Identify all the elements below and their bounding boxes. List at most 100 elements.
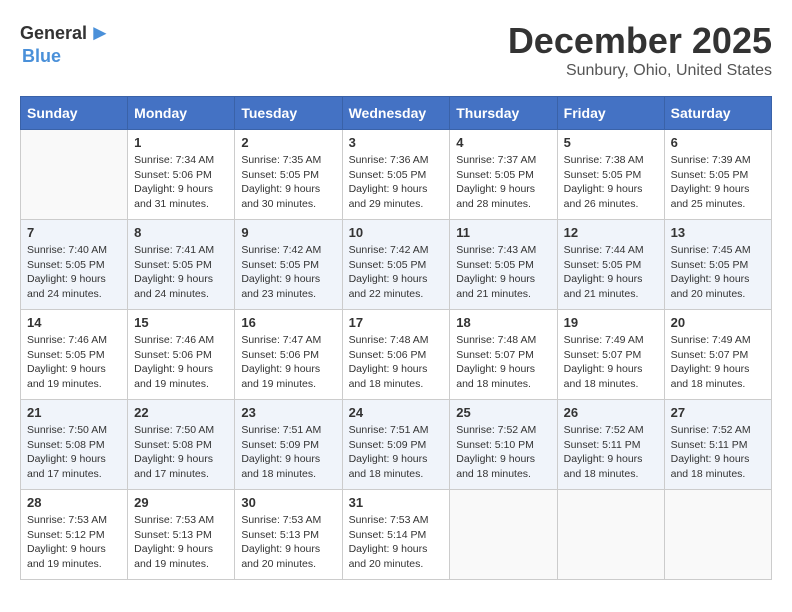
table-row: [21, 130, 128, 220]
day-info: Sunrise: 7:53 AMSunset: 5:13 PMDaylight:…: [134, 513, 228, 572]
logo-arrow-icon: ►: [89, 20, 111, 46]
table-row: 12Sunrise: 7:44 AMSunset: 5:05 PMDayligh…: [557, 220, 664, 310]
day-info: Sunrise: 7:36 AMSunset: 5:05 PMDaylight:…: [349, 153, 444, 212]
day-info: Sunrise: 7:52 AMSunset: 5:11 PMDaylight:…: [671, 423, 765, 482]
day-info: Sunrise: 7:37 AMSunset: 5:05 PMDaylight:…: [456, 153, 550, 212]
header-tuesday: Tuesday: [235, 97, 342, 130]
table-row: 10 Sunrise: 7:42 AMSunset: 5:05 PMDayligh…: [342, 220, 450, 310]
table-row: 14 Sunrise: 7:46 AMSunset: 5:05 PMDayligh…: [21, 310, 128, 400]
day-number: 18: [456, 315, 550, 330]
day-number: 28: [27, 495, 121, 510]
table-row: 19 Sunrise: 7:49 AMSunset: 5:07 PMDayligh…: [557, 310, 664, 400]
day-number: 3: [349, 135, 444, 150]
table-row: 1Sunrise: 7:34 AMSunset: 5:06 PMDaylight…: [128, 130, 235, 220]
day-info: Sunrise: 7:48 AMSunset: 5:06 PMDaylight:…: [349, 333, 444, 392]
calendar-body: 1Sunrise: 7:34 AMSunset: 5:06 PMDaylight…: [21, 130, 772, 580]
day-info: Sunrise: 7:46 AMSunset: 5:06 PMDaylight:…: [134, 333, 228, 392]
table-row: [450, 490, 557, 580]
table-row: 11 Sunrise: 7:43 AMSunset: 5:05 PMDayligh…: [450, 220, 557, 310]
day-number: 19: [564, 315, 658, 330]
day-info: Sunrise: 7:52 AMSunset: 5:10 PMDaylight:…: [456, 423, 550, 482]
header-friday: Friday: [557, 97, 664, 130]
day-number: 9: [241, 225, 335, 240]
calendar-header: Sunday Monday Tuesday Wednesday Thursday…: [21, 97, 772, 130]
table-row: 6Sunrise: 7:39 AMSunset: 5:05 PMDaylight…: [664, 130, 771, 220]
table-row: [557, 490, 664, 580]
day-info: Sunrise: 7:53 AMSunset: 5:12 PMDaylight:…: [27, 513, 121, 572]
table-row: 8Sunrise: 7:41 AMSunset: 5:05 PMDaylight…: [128, 220, 235, 310]
table-row: 16 Sunrise: 7:47 AMSunset: 5:06 PMDayligh…: [235, 310, 342, 400]
header-sunday: Sunday: [21, 97, 128, 130]
day-info: Sunrise: 7:50 AMSunset: 5:08 PMDaylight:…: [134, 423, 228, 482]
day-info: Sunrise: 7:40 AMSunset: 5:05 PMDaylight:…: [27, 243, 121, 302]
table-row: 26 Sunrise: 7:52 AMSunset: 5:11 PMDayligh…: [557, 400, 664, 490]
day-number: 16: [241, 315, 335, 330]
day-info: Sunrise: 7:49 AMSunset: 5:07 PMDaylight:…: [564, 333, 658, 392]
day-number: 14: [27, 315, 121, 330]
table-row: 9 Sunrise: 7:42 AMSunset: 5:05 PMDaylight…: [235, 220, 342, 310]
day-info: Sunrise: 7:51 AMSunset: 5:09 PMDaylight:…: [349, 423, 444, 482]
day-number: 20: [671, 315, 765, 330]
day-info: Sunrise: 7:48 AMSunset: 5:07 PMDaylight:…: [456, 333, 550, 392]
day-number: 24: [349, 405, 444, 420]
day-number: 17: [349, 315, 444, 330]
day-number: 31: [349, 495, 444, 510]
day-info: Sunrise: 7:46 AMSunset: 5:05 PMDaylight:…: [27, 333, 121, 392]
table-row: 15 Sunrise: 7:46 AMSunset: 5:06 PMDayligh…: [128, 310, 235, 400]
day-info: Sunrise: 7:45 AMSunset: 5:05 PMDaylight:…: [671, 243, 765, 302]
page-header: General ► Blue December 2025 Sunbury, Oh…: [20, 20, 772, 80]
table-row: 4 Sunrise: 7:37 AMSunset: 5:05 PMDaylight…: [450, 130, 557, 220]
table-row: [664, 490, 771, 580]
title-section: December 2025 Sunbury, Ohio, United Stat…: [508, 20, 772, 80]
header-wednesday: Wednesday: [342, 97, 450, 130]
table-row: 29 Sunrise: 7:53 AMSunset: 5:13 PMDayligh…: [128, 490, 235, 580]
table-row: 24 Sunrise: 7:51 AMSunset: 5:09 PMDayligh…: [342, 400, 450, 490]
day-info: Sunrise: 7:50 AMSunset: 5:08 PMDaylight:…: [27, 423, 121, 482]
table-row: 13 Sunrise: 7:45 AMSunset: 5:05 PMDayligh…: [664, 220, 771, 310]
location-text: Sunbury, Ohio, United States: [508, 62, 772, 80]
table-row: 7Sunrise: 7:40 AMSunset: 5:05 PMDaylight…: [21, 220, 128, 310]
day-number: 23: [241, 405, 335, 420]
day-number: 5: [564, 135, 658, 150]
month-title: December 2025: [508, 20, 772, 62]
logo-blue-text: Blue: [22, 46, 61, 67]
table-row: 2Sunrise: 7:35 AMSunset: 5:05 PMDaylight…: [235, 130, 342, 220]
header-row: Sunday Monday Tuesday Wednesday Thursday…: [21, 97, 772, 130]
day-info: Sunrise: 7:38 AMSunset: 5:05 PMDaylight:…: [564, 153, 658, 212]
day-info: Sunrise: 7:42 AMSunset: 5:05 PMDaylight:…: [349, 243, 444, 302]
day-number: 13: [671, 225, 765, 240]
day-info: Sunrise: 7:35 AMSunset: 5:05 PMDaylight:…: [241, 153, 335, 212]
day-info: Sunrise: 7:52 AMSunset: 5:11 PMDaylight:…: [564, 423, 658, 482]
week-row-4: 28 Sunrise: 7:53 AMSunset: 5:12 PMDayligh…: [21, 490, 772, 580]
table-row: 25Sunrise: 7:52 AMSunset: 5:10 PMDayligh…: [450, 400, 557, 490]
day-info: Sunrise: 7:43 AMSunset: 5:05 PMDaylight:…: [456, 243, 550, 302]
week-row-3: 21 Sunrise: 7:50 AMSunset: 5:08 PMDayligh…: [21, 400, 772, 490]
day-number: 22: [134, 405, 228, 420]
table-row: 3 Sunrise: 7:36 AMSunset: 5:05 PMDaylight…: [342, 130, 450, 220]
day-number: 27: [671, 405, 765, 420]
header-saturday: Saturday: [664, 97, 771, 130]
logo: General ► Blue: [20, 20, 111, 67]
day-info: Sunrise: 7:53 AMSunset: 5:13 PMDaylight:…: [241, 513, 335, 572]
day-number: 26: [564, 405, 658, 420]
day-number: 11: [456, 225, 550, 240]
day-number: 4: [456, 135, 550, 150]
day-info: Sunrise: 7:42 AMSunset: 5:05 PMDaylight:…: [241, 243, 335, 302]
logo-general-text: General: [20, 23, 87, 44]
day-number: 6: [671, 135, 765, 150]
table-row: 21 Sunrise: 7:50 AMSunset: 5:08 PMDayligh…: [21, 400, 128, 490]
table-row: 17 Sunrise: 7:48 AMSunset: 5:06 PMDayligh…: [342, 310, 450, 400]
day-number: 15: [134, 315, 228, 330]
day-info: Sunrise: 7:34 AMSunset: 5:06 PMDaylight:…: [134, 153, 228, 212]
day-number: 29: [134, 495, 228, 510]
day-info: Sunrise: 7:41 AMSunset: 5:05 PMDaylight:…: [134, 243, 228, 302]
table-row: 31Sunrise: 7:53 AMSunset: 5:14 PMDayligh…: [342, 490, 450, 580]
table-row: 18 Sunrise: 7:48 AMSunset: 5:07 PMDayligh…: [450, 310, 557, 400]
day-number: 10: [349, 225, 444, 240]
day-info: Sunrise: 7:47 AMSunset: 5:06 PMDaylight:…: [241, 333, 335, 392]
day-number: 21: [27, 405, 121, 420]
day-info: Sunrise: 7:49 AMSunset: 5:07 PMDaylight:…: [671, 333, 765, 392]
day-info: Sunrise: 7:51 AMSunset: 5:09 PMDaylight:…: [241, 423, 335, 482]
table-row: 23 Sunrise: 7:51 AMSunset: 5:09 PMDayligh…: [235, 400, 342, 490]
day-number: 30: [241, 495, 335, 510]
